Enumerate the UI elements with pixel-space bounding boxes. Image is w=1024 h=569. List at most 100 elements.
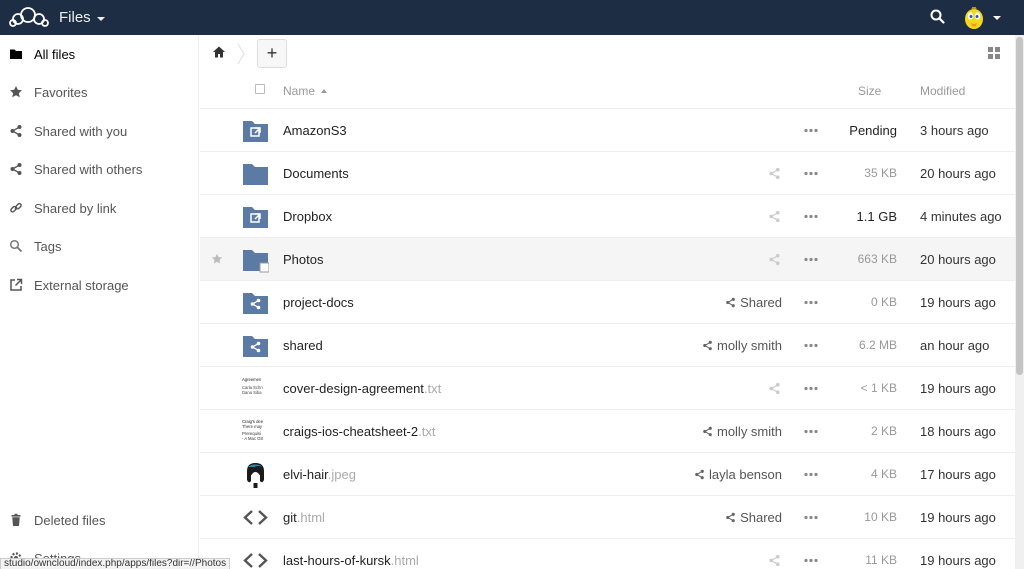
scrollbar-thumb[interactable] <box>1016 37 1023 375</box>
file-modified: 19 hours ago <box>920 295 996 310</box>
more-actions-icon[interactable] <box>804 214 818 219</box>
file-modified: an hour ago <box>920 338 990 353</box>
share-icon[interactable] <box>768 382 781 395</box>
file-size: 6.2 MB <box>858 338 897 352</box>
grid-view-icon[interactable] <box>988 47 1000 59</box>
chevron-down-icon <box>96 16 105 21</box>
search-icon <box>9 239 23 253</box>
file-size: 10 KB <box>864 510 897 524</box>
share-icon <box>695 469 704 480</box>
file-name[interactable]: shared <box>283 338 323 353</box>
share-status[interactable]: Shared <box>725 510 782 525</box>
file-name[interactable]: Documents <box>283 166 349 181</box>
sidebar-item-deleted-files[interactable]: Deleted files <box>0 501 199 539</box>
image-thumbnail <box>247 463 264 488</box>
external-folder-icon <box>243 121 268 142</box>
more-actions-icon[interactable] <box>804 300 818 305</box>
top-header: Files <box>0 0 1024 35</box>
table-row[interactable]: Documents 35 KB 20 hours ago <box>200 152 1015 195</box>
sort-by-name[interactable]: Name <box>283 84 328 98</box>
sort-by-modified[interactable]: Modified <box>920 84 965 98</box>
share-status[interactable]: Shared <box>725 295 782 310</box>
more-actions-icon[interactable] <box>804 558 818 563</box>
shared-folder-icon <box>243 336 268 357</box>
code-file-icon <box>243 553 268 568</box>
share-icon[interactable] <box>768 210 781 223</box>
table-row[interactable]: Craig's dee There may Prerequisi - A Mac… <box>200 410 1015 453</box>
table-row[interactable]: Photos 663 KB 20 hours ago <box>200 238 1015 281</box>
select-all-checkbox[interactable] <box>255 84 265 94</box>
more-actions-icon[interactable] <box>804 343 818 348</box>
sidebar-item-label: Shared with others <box>34 161 143 177</box>
share-status[interactable]: layla benson <box>694 467 782 482</box>
file-name[interactable]: AmazonS3 <box>283 123 347 138</box>
table-row[interactable]: Agreemen Carla Schn Dana Siba cover-desi… <box>200 367 1015 410</box>
home-icon[interactable] <box>212 45 226 59</box>
file-size: 4 KB <box>870 467 897 481</box>
sidebar-item-external-storage[interactable]: External storage <box>0 266 199 304</box>
share-icon[interactable] <box>768 167 781 180</box>
file-name[interactable]: git.html <box>283 510 325 525</box>
text-file-thumbnail: Agreemen Carla Schn Dana Siba <box>242 377 263 395</box>
sidebar-item-label: Tags <box>34 238 62 254</box>
new-button[interactable]: + <box>257 39 287 68</box>
sidebar-item-all-files[interactable]: All files <box>0 35 199 73</box>
share-icon <box>10 163 22 175</box>
file-name[interactable]: elvi-hair.jpeg <box>283 467 356 482</box>
file-size: 663 KB <box>857 252 897 266</box>
share-icon <box>703 426 712 437</box>
file-name[interactable]: craigs-ios-cheatsheet-2.txt <box>283 424 435 439</box>
file-modified: 20 hours ago <box>920 252 996 267</box>
share-icon[interactable] <box>768 253 781 266</box>
share-status[interactable]: molly smith <box>702 338 782 353</box>
sidebar-item-shared-with-others[interactable]: Shared with others <box>0 150 199 188</box>
table-header: Name Size Modified <box>200 71 1015 109</box>
more-actions-icon[interactable] <box>804 386 818 391</box>
external-folder-icon <box>243 207 268 228</box>
file-name[interactable]: cover-design-agreement.txt <box>283 381 441 396</box>
table-row[interactable]: elvi-hair.jpeg layla benson 4 KB 17 hour… <box>200 453 1015 496</box>
sidebar-item-shared-by-link[interactable]: Shared by link <box>0 189 199 227</box>
more-actions-icon[interactable] <box>804 171 818 176</box>
more-actions-icon[interactable] <box>804 472 818 477</box>
share-icon[interactable] <box>768 554 781 567</box>
app-menu[interactable]: Files <box>59 9 105 26</box>
table-row[interactable]: last-hours-of-kursk.html 11 KB 19 hours … <box>200 539 1015 569</box>
file-modified: 19 hours ago <box>920 510 996 525</box>
svg-text:Agreemen: Agreemen <box>242 377 262 382</box>
avatar[interactable] <box>960 4 988 32</box>
search-icon[interactable] <box>929 8 947 26</box>
more-actions-icon[interactable] <box>804 128 818 133</box>
sidebar-item-label: Deleted files <box>34 512 106 528</box>
table-row[interactable]: shared molly smith 6.2 MB an hour ago <box>200 324 1015 367</box>
sidebar-item-tags[interactable]: Tags <box>0 227 199 265</box>
sort-by-size[interactable]: Size <box>858 84 881 98</box>
table-row[interactable]: git.html Shared 10 KB 19 hours ago <box>200 496 1015 539</box>
favorite-star-icon[interactable] <box>211 253 223 265</box>
file-modified: 20 hours ago <box>920 166 996 181</box>
share-status[interactable]: molly smith <box>702 424 782 439</box>
table-row[interactable]: Dropbox 1.1 GB 4 minutes ago <box>200 195 1015 238</box>
column-name-label: Name <box>283 84 316 98</box>
file-name[interactable]: Dropbox <box>283 209 332 224</box>
more-actions-icon[interactable] <box>804 429 818 434</box>
vertical-scrollbar[interactable] <box>1015 35 1024 569</box>
sidebar-item-label: Shared with you <box>34 123 128 139</box>
table-row[interactable]: AmazonS3 Pending 3 hours ago <box>200 109 1015 152</box>
file-name[interactable]: project-docs <box>283 295 354 310</box>
folder-icon <box>243 164 268 185</box>
file-name[interactable]: last-hours-of-kursk.html <box>283 553 419 568</box>
table-row[interactable]: project-docs Shared 0 KB 19 hours ago <box>200 281 1015 324</box>
sidebar-item-favorites[interactable]: Favorites <box>0 73 199 111</box>
text-file-thumbnail: Craig's dee There may Prerequisi - A Mac… <box>242 419 264 441</box>
chevron-down-icon[interactable] <box>993 16 1001 20</box>
file-size: 35 KB <box>864 166 897 180</box>
owncloud-logo-icon[interactable] <box>8 5 50 29</box>
svg-text:There may: There may <box>242 424 263 429</box>
share-icon <box>703 340 712 351</box>
file-size: Pending <box>849 123 897 138</box>
more-actions-icon[interactable] <box>804 257 818 262</box>
more-actions-icon[interactable] <box>804 515 818 520</box>
sidebar-item-shared-with-you[interactable]: Shared with you <box>0 112 199 150</box>
file-name[interactable]: Photos <box>283 252 323 267</box>
